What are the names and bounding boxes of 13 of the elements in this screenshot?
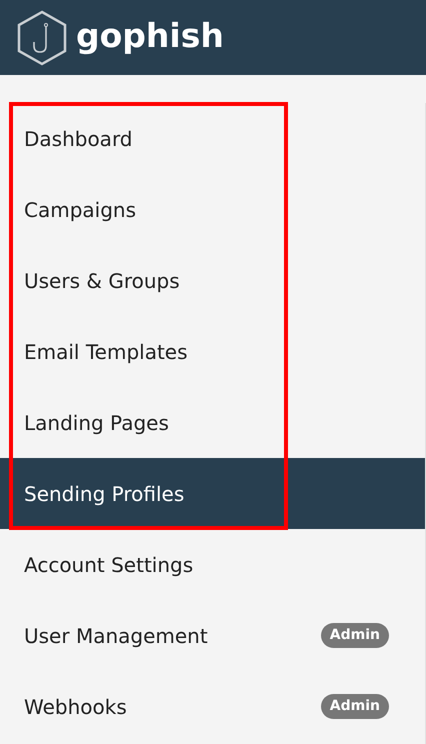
brand-name: gophish [76,19,224,56]
sidebar-item[interactable]: Email Templates [0,316,425,387]
sidebar-item[interactable]: Webhooks Admin [0,671,425,742]
sidebar-item[interactable]: Sending Profiles [0,458,425,529]
hook-logo-icon [16,10,68,66]
admin-badge: Admin [320,623,389,648]
admin-badge: Admin [320,694,389,719]
sidebar-item[interactable]: Account Settings [0,529,425,600]
sidebar-item[interactable]: User Management Admin [0,600,425,671]
sidebar-item[interactable]: Dashboard [0,103,425,174]
sidebar-item[interactable]: Landing Pages [0,387,425,458]
sidebar-item[interactable]: Users & Groups [0,245,425,316]
sidebar-item[interactable]: Campaigns [0,174,425,245]
